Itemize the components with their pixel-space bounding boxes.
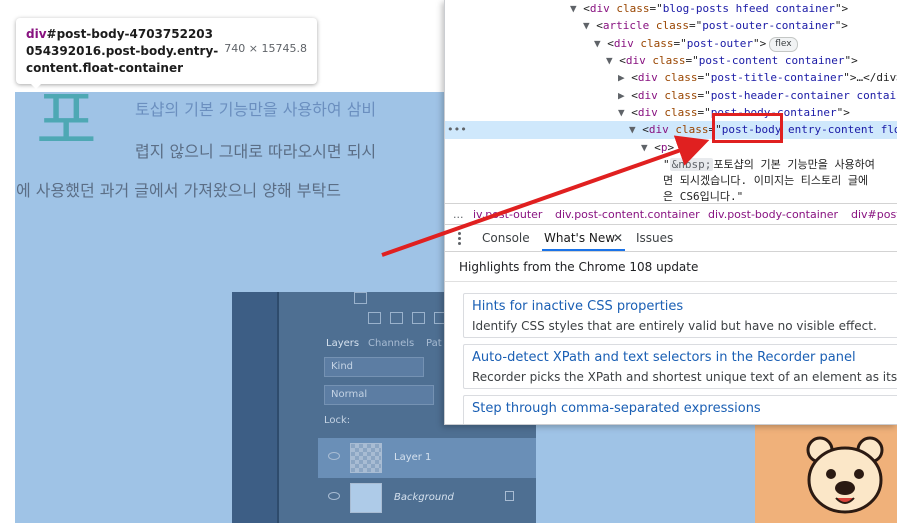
ps-blend-mode-select[interactable]: Normal — [324, 385, 434, 405]
tab-console[interactable]: Console — [482, 225, 530, 252]
ps-tool-icon — [412, 312, 425, 324]
nbsp-badge: &nbsp; — [669, 158, 714, 171]
ps-tool-icon — [368, 312, 381, 324]
dom-node[interactable]: ▼ <div class="post-outer"> flex — [594, 35, 798, 53]
ps-toolbar — [232, 292, 367, 523]
layer-name: Layer 1 — [394, 452, 432, 463]
eye-icon[interactable] — [328, 452, 340, 460]
whats-new-card[interactable]: Auto-detect XPath and text selectors in … — [463, 344, 897, 389]
layer-name: Background — [394, 492, 454, 503]
dom-node[interactable]: ▼ <div class="blog-posts hfeed container… — [570, 0, 848, 18]
breadcrumb-item[interactable]: iv.post-outer — [473, 204, 542, 225]
tooltip-selector: div#post-body-4703752203054392016.post-b… — [26, 27, 219, 75]
drawer-tab-bar: Console What's New ✕ Issues — [445, 225, 897, 252]
ps-tool-icon — [354, 292, 367, 304]
breadcrumb-item[interactable]: div.post-body-container — [708, 204, 838, 225]
bear-avatar-icon — [806, 436, 884, 514]
ps-tab-channels[interactable]: Channels — [368, 335, 414, 353]
close-icon[interactable]: ✕ — [613, 225, 623, 252]
divider — [445, 281, 897, 282]
flex-badge[interactable]: flex — [769, 37, 798, 52]
ps-tab-layers[interactable]: Layers — [326, 335, 359, 353]
ps-tool-icon — [390, 312, 403, 324]
annotation-red-box — [712, 113, 783, 143]
breadcrumb-item[interactable]: div.post-content.container — [555, 204, 700, 225]
elements-tree: ••• ▼ <div class="blog-posts hfeed conta… — [445, 0, 897, 203]
post-text-line: 토샵의 기본 기능만을 사용하여 삼비 — [135, 100, 377, 119]
post-text-line: 렵지 않으니 그대로 따라오시면 되시 — [135, 142, 377, 161]
breadcrumb-item[interactable]: div#post — [851, 204, 897, 225]
dom-text-node: 은 CS6입니다." — [663, 190, 744, 203]
whats-new-card[interactable]: Step through comma-separated expressions — [463, 395, 897, 424]
ps-layer-row[interactable]: Layer 1 — [318, 438, 536, 478]
ps-lock-label: Lock: — [324, 415, 351, 426]
whats-new-card[interactable]: Hints for inactive CSS properties Identi… — [463, 293, 897, 338]
breadcrumb-overflow[interactable]: ... — [453, 204, 464, 225]
layer-thumbnail — [350, 483, 382, 513]
ps-tab-paths[interactable]: Pat — [426, 335, 442, 353]
card-title-link[interactable]: Auto-detect XPath and text selectors in … — [472, 349, 856, 367]
dom-node[interactable]: ▶ <div class="post-header-container cont… — [618, 87, 897, 105]
lock-icon — [505, 491, 514, 501]
whats-new-heading: Highlights from the Chrome 108 update — [459, 260, 699, 274]
active-tab-indicator — [542, 249, 625, 251]
kebab-menu-icon[interactable] — [458, 232, 461, 245]
dom-node[interactable]: ▼ <article class="post-outer-container"> — [583, 17, 848, 35]
card-description: Identify CSS styles that are entirely va… — [472, 319, 877, 333]
ps-layer-row[interactable]: Background — [318, 478, 536, 518]
dom-node[interactable]: ▼ <p> — [641, 139, 674, 157]
dom-node[interactable]: ▼ <div class="post-content container"> — [606, 52, 858, 70]
drop-cap-character: 포 — [36, 82, 97, 159]
card-title-link[interactable]: Hints for inactive CSS properties — [472, 298, 683, 316]
screenshot-stage: 포 토샵의 기본 기능만을 사용하여 삼비 렵지 않으니 그대로 따라오시면 되… — [0, 0, 897, 523]
layer-thumbnail — [350, 443, 382, 473]
ps-kind-filter[interactable]: Kind — [324, 357, 424, 377]
ps-divider — [277, 292, 279, 523]
tab-whats-new[interactable]: What's New — [544, 225, 615, 252]
tooltip-dimensions: 740 × 15745.8 — [224, 42, 307, 55]
tooltip-pointer — [28, 81, 44, 89]
dom-node[interactable]: ▶ <div class="post-title-container">…</d… — [618, 69, 897, 87]
element-inspect-tooltip: div#post-body-4703752203054392016.post-b… — [16, 18, 317, 84]
card-description: Recorder picks the XPath and shortest un… — [472, 370, 897, 384]
card-title-link[interactable]: Step through comma-separated expressions — [472, 400, 761, 418]
node-more-dots[interactable]: ••• — [447, 121, 467, 139]
dom-breadcrumb: ... iv.post-outer div.post-content.conta… — [445, 203, 897, 225]
tab-issues[interactable]: Issues — [636, 225, 673, 252]
post-text-line: 에 사용했던 과거 글에서 가져왔으니 양해 부탁드 — [16, 181, 341, 200]
eye-icon[interactable] — [328, 492, 340, 500]
devtools-panel: ••• ▼ <div class="blog-posts hfeed conta… — [444, 0, 897, 425]
